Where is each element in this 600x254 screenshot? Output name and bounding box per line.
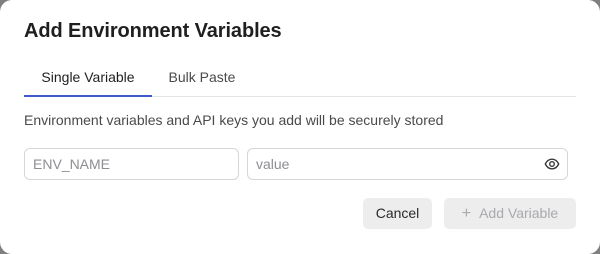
cancel-button[interactable]: Cancel [363,198,432,229]
tab-single-variable[interactable]: Single Variable [24,62,152,97]
env-name-field [24,148,239,180]
active-tab-indicator [24,95,152,97]
tab-bulk-paste[interactable]: Bulk Paste [152,62,252,97]
dialog-description: Environment variables and API keys you a… [24,112,444,128]
add-variable-label: Add Variable [479,205,559,221]
plus-icon: + [461,205,472,222]
env-name-input[interactable] [25,149,238,179]
env-value-field [247,148,568,180]
add-variable-button[interactable]: + Add Variable [444,198,576,229]
dialog-title: Add Environment Variables [24,20,282,42]
eye-icon[interactable] [544,156,560,172]
env-value-input[interactable] [248,149,567,179]
tab-bar: Single Variable Bulk Paste [24,62,576,97]
add-env-variables-dialog: Add Environment Variables Single Variabl… [0,0,600,254]
